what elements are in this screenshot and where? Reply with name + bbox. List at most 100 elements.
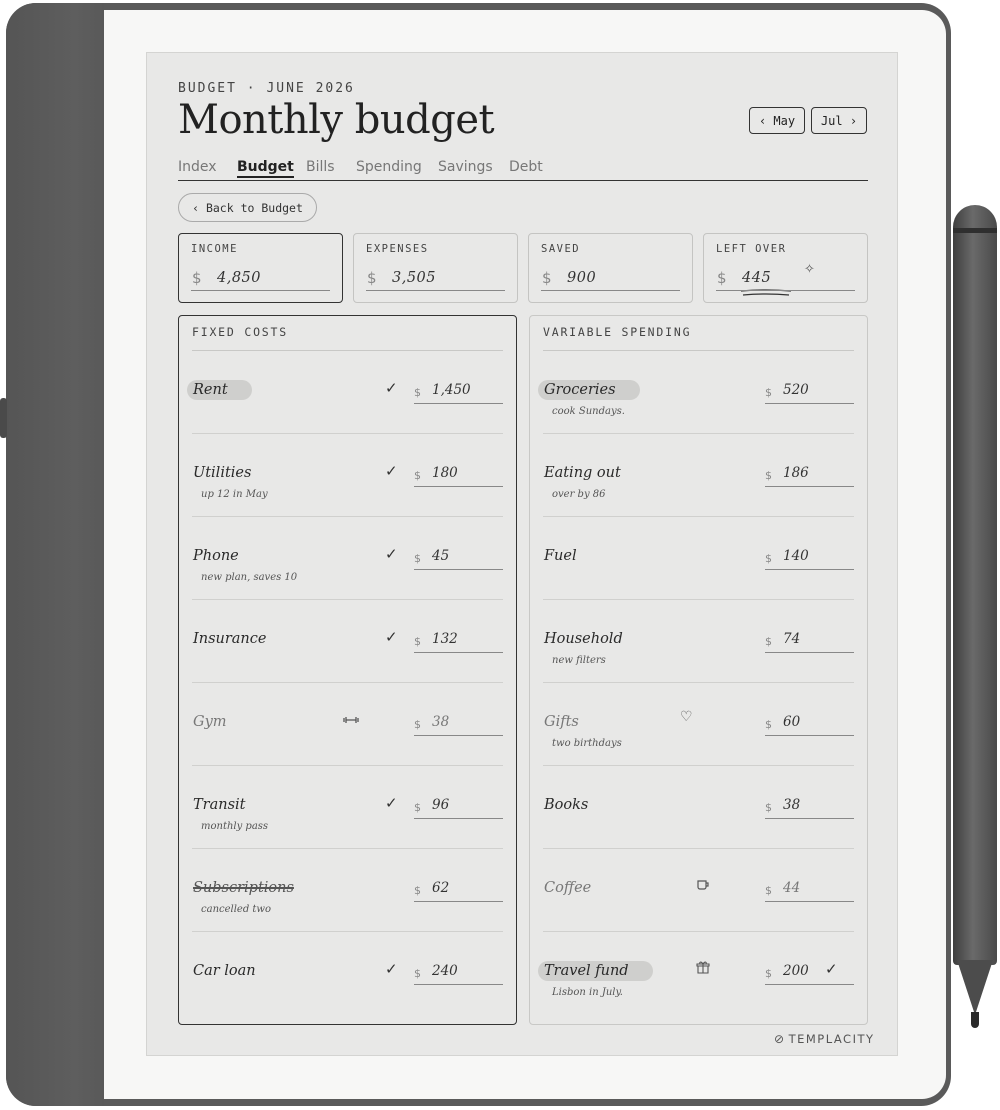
write-line: [765, 984, 854, 985]
stylus-band: [953, 228, 997, 233]
item-note: Lisbon in July.: [552, 987, 623, 998]
item-name: Subscriptions: [193, 880, 294, 896]
coffee-cup-icon: [696, 877, 710, 895]
list-item[interactable]: Travel fund Lisbon in July. $ 200 ✓: [530, 932, 867, 1015]
currency-symbol: $: [414, 552, 421, 565]
item-note: up 12 in May: [201, 489, 268, 500]
item-name: Phone: [193, 548, 239, 564]
write-line: [414, 901, 503, 902]
left-over-card[interactable]: LEFT OVER $ 445 ✧: [703, 233, 868, 303]
item-name: Gifts: [544, 714, 579, 730]
currency-symbol: $: [765, 552, 772, 565]
check-icon: ✓: [385, 628, 398, 646]
tab-savings[interactable]: Savings: [438, 159, 493, 175]
currency-symbol: $: [717, 269, 727, 287]
tab-spending[interactable]: Spending: [356, 159, 422, 175]
currency-symbol: $: [414, 386, 421, 399]
currency-symbol: $: [765, 635, 772, 648]
section-tabs: Index Budget Bills Spending Savings Debt: [178, 159, 868, 181]
prev-month-button[interactable]: ‹ May: [749, 107, 805, 134]
list-item[interactable]: Groceries cook Sundays. $ 520: [530, 351, 867, 434]
page-title: Monthly budget: [178, 97, 495, 143]
stylus-tip: [957, 960, 993, 1015]
item-note: over by 86: [552, 489, 606, 500]
item-amount: 180: [432, 465, 458, 481]
item-note: new plan, saves 10: [201, 572, 298, 583]
currency-symbol: $: [765, 386, 772, 399]
next-month-button[interactable]: Jul ›: [811, 107, 867, 134]
expenses-card[interactable]: EXPENSES $ 3,505: [353, 233, 518, 303]
list-item[interactable]: Subscriptions cancelled two $ 62: [179, 849, 516, 932]
income-card[interactable]: INCOME $ 4,850: [178, 233, 343, 303]
check-icon: ✓: [385, 379, 398, 397]
list-item[interactable]: Books $ 38: [530, 766, 867, 849]
tab-index[interactable]: Index: [178, 159, 217, 175]
tab-bills[interactable]: Bills: [306, 159, 335, 175]
heart-icon: ♡: [680, 709, 693, 725]
tab-debt[interactable]: Debt: [509, 159, 543, 175]
list-item[interactable]: Gifts two birthdays ♡ $ 60: [530, 683, 867, 766]
item-name: Household: [544, 631, 623, 647]
sparkle-icon: ✧: [804, 262, 815, 277]
item-note: cook Sundays.: [552, 406, 625, 417]
currency-symbol: $: [414, 718, 421, 731]
list-item[interactable]: Utilities up 12 in May ✓ $ 180: [179, 434, 516, 517]
currency-symbol: $: [765, 469, 772, 482]
write-line: [716, 290, 855, 291]
list-item[interactable]: Coffee $ 44: [530, 849, 867, 932]
list-item[interactable]: Fuel $ 140: [530, 517, 867, 600]
currency-symbol: $: [414, 469, 421, 482]
item-amount: 186: [783, 465, 809, 481]
power-button[interactable]: [0, 398, 7, 438]
item-name: Eating out: [544, 465, 621, 481]
list-item[interactable]: Car loan ✓ $ 240: [179, 932, 516, 1015]
list-item[interactable]: Rent ✓ $ 1,450: [179, 351, 516, 434]
tab-budget[interactable]: Budget: [237, 159, 294, 178]
check-icon: ✓: [385, 545, 398, 563]
list-item[interactable]: Gym $ 38: [179, 683, 516, 766]
write-line: [765, 569, 854, 570]
check-icon: ✓: [385, 794, 398, 812]
variable-spending-panel: VARIABLE SPENDING Groceries cook Sundays…: [529, 315, 868, 1025]
card-value: 445: [742, 270, 772, 286]
card-label: SAVED: [541, 243, 581, 255]
item-amount: 62: [432, 880, 450, 896]
currency-symbol: $: [192, 269, 202, 287]
item-name: Travel fund: [538, 961, 653, 981]
write-line: [765, 403, 854, 404]
item-name: Groceries: [538, 380, 640, 400]
item-name: Books: [544, 797, 589, 813]
currency-symbol: $: [414, 801, 421, 814]
write-line: [366, 290, 505, 291]
write-line: [765, 818, 854, 819]
brand-logo: ⊘ TEMPLACITY: [774, 1032, 875, 1046]
list-item[interactable]: Eating out over by 86 $ 186: [530, 434, 867, 517]
card-value: 3,505: [392, 270, 437, 286]
currency-symbol: $: [765, 884, 772, 897]
panel-heading: VARIABLE SPENDING: [543, 325, 692, 339]
card-label: EXPENSES: [366, 243, 429, 255]
list-item[interactable]: Transit monthly pass ✓ $ 96: [179, 766, 516, 849]
item-name: Rent: [187, 380, 252, 400]
write-line: [414, 652, 503, 653]
item-note: two birthdays: [552, 738, 622, 749]
brand-name: TEMPLACITY: [788, 1032, 875, 1046]
planner-screen: BUDGET · JUNE 2026 Monthly budget ‹ May …: [146, 52, 898, 1056]
write-line: [191, 290, 330, 291]
write-line: [414, 735, 503, 736]
list-item[interactable]: Phone new plan, saves 10 ✓ $ 45: [179, 517, 516, 600]
list-item[interactable]: Household new filters $ 74: [530, 600, 867, 683]
device-grip: [6, 3, 104, 1106]
currency-symbol: $: [542, 269, 552, 287]
stylus-nib: [971, 1012, 979, 1028]
stylus-pen: [953, 205, 997, 965]
item-note: cancelled two: [201, 904, 272, 915]
saved-card[interactable]: SAVED $ 900: [528, 233, 693, 303]
brand-mark-icon: ⊘: [774, 1032, 786, 1046]
item-note: new filters: [552, 655, 606, 666]
item-amount: 38: [783, 797, 801, 813]
list-item[interactable]: Insurance ✓ $ 132: [179, 600, 516, 683]
back-to-budget-button[interactable]: ‹ Back to Budget: [178, 193, 317, 222]
currency-symbol: $: [414, 884, 421, 897]
item-amount: 60: [783, 714, 801, 730]
